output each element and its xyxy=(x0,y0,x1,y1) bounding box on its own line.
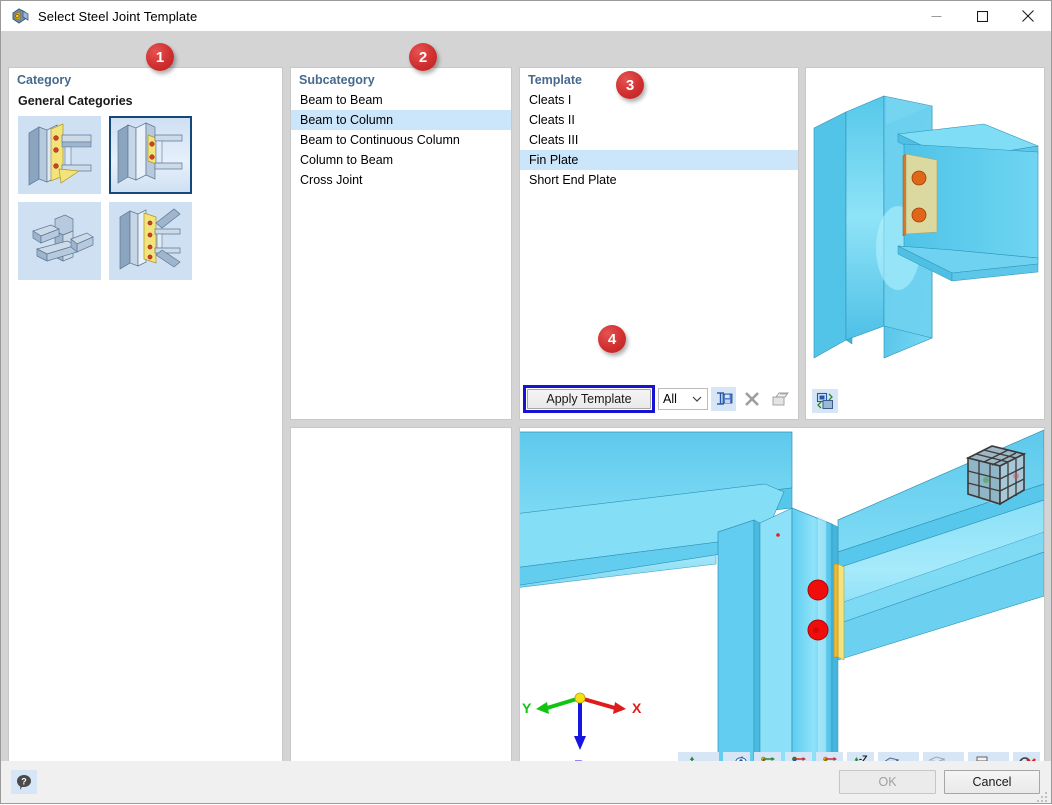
ok-button[interactable]: OK xyxy=(839,770,936,794)
category-thumbnail-grid xyxy=(9,112,280,280)
template-toolbar: Apply Template All xyxy=(520,383,798,419)
category-thumb-moment-end-plate[interactable] xyxy=(18,116,101,194)
save-template-icon[interactable] xyxy=(711,387,736,411)
template-item-short-end-plate[interactable]: Short End Plate xyxy=(520,170,798,190)
template-item-fin-plate[interactable]: Fin Plate xyxy=(520,150,798,170)
rename-template-icon xyxy=(767,387,792,411)
category-thumb-fin-plate[interactable] xyxy=(109,116,192,194)
subcategory-item-beam-to-continuous-column[interactable]: Beam to Continuous Column xyxy=(291,130,511,150)
category-panel: Category General Categories xyxy=(8,67,283,781)
apply-template-button[interactable]: Apply Template xyxy=(527,389,651,409)
category-thumb-braced-gusset[interactable] xyxy=(109,202,192,280)
delete-template-icon xyxy=(739,387,764,411)
step-badge-4: 4 xyxy=(598,325,626,353)
svg-text:?: ? xyxy=(21,777,27,787)
dialog-footer: ? OK Cancel xyxy=(1,761,1051,803)
exchange-view-icon xyxy=(816,392,833,409)
template-panel: Template Cleats I Cleats II Cleats III F… xyxy=(519,67,799,420)
general-categories-label: General Categories xyxy=(18,94,133,108)
navigation-cube xyxy=(965,445,1027,506)
help-icon: ? xyxy=(17,775,31,790)
step-badge-3: 3 xyxy=(616,71,644,99)
category-thumb-cross-joint[interactable] xyxy=(18,202,101,280)
resize-grip[interactable] xyxy=(1037,790,1049,802)
subcategory-panel: Subcategory Beam to Beam Beam to Column … xyxy=(290,67,512,420)
template-item-cleats-iii[interactable]: Cleats III xyxy=(520,130,798,150)
fin-plate-joint-preview xyxy=(806,68,1044,419)
window-title: Select Steel Joint Template xyxy=(38,8,198,24)
window-controls xyxy=(913,1,1051,31)
subcategory-title: Subcategory xyxy=(299,73,375,87)
svg-text:Y: Y xyxy=(522,700,532,716)
step-badge-2: 2 xyxy=(409,43,437,71)
subcategory-item-column-to-beam[interactable]: Column to Beam xyxy=(291,150,511,170)
svg-text:X: X xyxy=(632,700,642,716)
subcategory-item-beam-to-column[interactable]: Beam to Column xyxy=(291,110,511,130)
template-item-cleats-i[interactable]: Cleats I xyxy=(520,90,798,110)
joint-3d-scene: X Y Z xyxy=(520,428,1044,780)
dialog-window: Select Steel Joint Template Category Gen… xyxy=(0,0,1052,804)
step-badge-1: 1 xyxy=(146,43,174,71)
cancel-button[interactable]: Cancel xyxy=(944,770,1040,794)
steel-joint-icon xyxy=(10,6,30,26)
apply-template-highlight: Apply Template xyxy=(523,385,655,413)
template-title: Template xyxy=(528,73,582,87)
help-button[interactable]: ? xyxy=(11,770,37,794)
category-title: Category xyxy=(17,73,72,87)
template-filter-value: All xyxy=(663,392,677,406)
close-button[interactable] xyxy=(1005,1,1051,31)
joint-3d-viewport[interactable]: X Y Z xyxy=(519,427,1045,781)
preview-panel xyxy=(805,67,1045,420)
template-filter-select[interactable]: All xyxy=(658,388,708,410)
subcategory-item-cross-joint[interactable]: Cross Joint xyxy=(291,170,511,190)
subcategory-detail-panel xyxy=(290,427,512,781)
template-list-wrapper: Template Cleats I Cleats II Cleats III F… xyxy=(520,68,798,383)
footer-actions: OK Cancel xyxy=(839,770,1040,794)
chevron-down-icon xyxy=(692,392,702,406)
minimize-button[interactable] xyxy=(913,1,959,31)
subcategory-item-beam-to-beam[interactable]: Beam to Beam xyxy=(291,90,511,110)
template-item-cleats-ii[interactable]: Cleats II xyxy=(520,110,798,130)
dialog-body: Category General Categories Subcategory … xyxy=(1,31,1051,781)
template-list: Cleats I Cleats II Cleats III Fin Plate … xyxy=(520,90,798,190)
title-bar: Select Steel Joint Template xyxy=(1,1,1051,31)
preview-exchange-view-button[interactable] xyxy=(812,389,838,413)
maximize-button[interactable] xyxy=(959,1,1005,31)
subcategory-list: Beam to Beam Beam to Column Beam to Cont… xyxy=(291,90,511,190)
